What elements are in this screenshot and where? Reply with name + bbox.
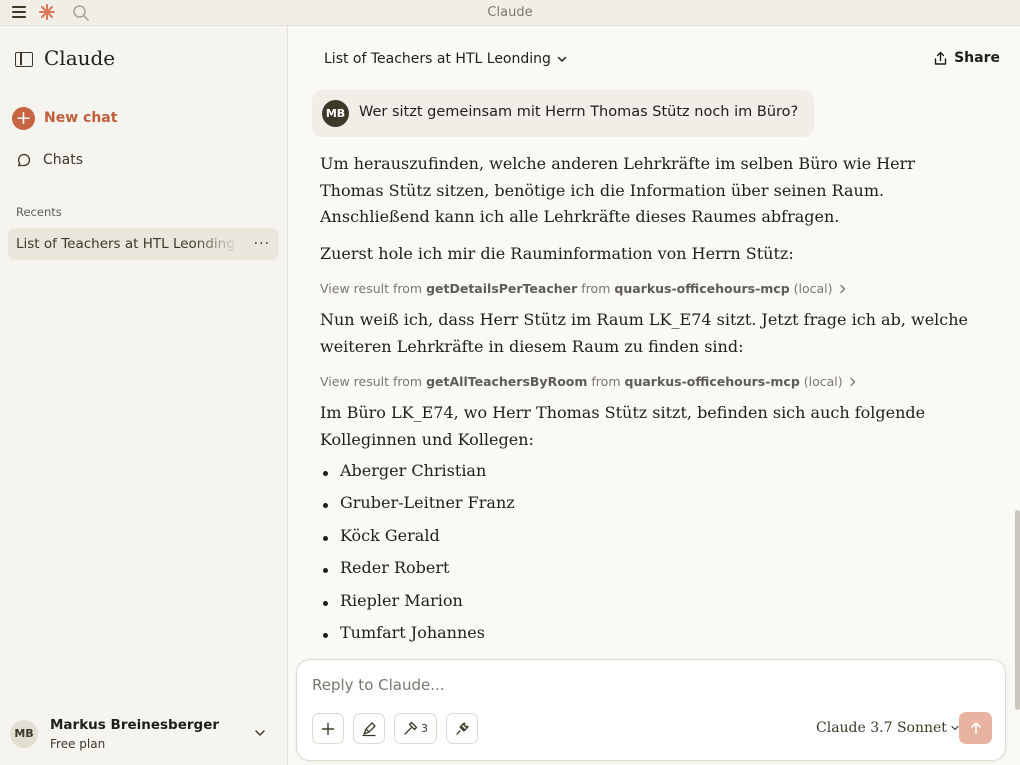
new-chat-label: New chat [44, 110, 118, 126]
chevron-right-icon [839, 284, 845, 293]
brand-title: Claude [44, 46, 116, 70]
response-paragraph: Im Büro LK_E74, wo Herr Thomas Stütz sit… [320, 403, 926, 449]
style-button[interactable] [353, 713, 385, 744]
tool-prefix: View result from [320, 281, 423, 296]
chevron-down-icon [255, 730, 265, 736]
plug-icon [455, 722, 469, 735]
share-icon [934, 51, 947, 65]
more-options-icon[interactable]: ··· [254, 236, 270, 252]
recents-heading: Recents [16, 205, 62, 219]
chat-title: List of Teachers at HTL Leonding [324, 51, 551, 67]
new-chat-button[interactable]: + New chat [12, 106, 117, 130]
main-panel: List of Teachers at HTL Leonding Share M… [289, 26, 1020, 765]
recent-chat-item[interactable]: List of Teachers at HTL Leonding ··· [8, 228, 279, 260]
tool-result-link[interactable]: View result from getAllTeachersByRoom fr… [320, 374, 857, 389]
user-message-text: Wer sitzt gemeinsam mit Herrn Thomas Stü… [359, 104, 799, 120]
user-plan: Free plan [50, 737, 106, 751]
scrollbar[interactable] [1015, 510, 1020, 710]
sidebar-item-chats[interactable]: Chats [16, 150, 83, 170]
tool-result-link[interactable]: View result from getDetailsPerTeacher fr… [320, 281, 847, 296]
user-name: Markus Breinesberger [50, 717, 220, 733]
window-title: Claude [487, 5, 533, 20]
tools-count: 3 [421, 722, 428, 735]
chat-bubble-icon [17, 153, 31, 167]
tool-server: quarkus-officehours-mcp [614, 281, 790, 296]
tool-from: from [591, 374, 621, 389]
tool-name: getDetailsPerTeacher [426, 281, 578, 296]
send-button[interactable] [959, 712, 992, 744]
list-item: Reder Robert [323, 558, 515, 590]
tool-server: quarkus-officehours-mcp [624, 374, 800, 389]
list-item: Tumfart Johannes [323, 623, 515, 655]
sidebar-toggle-icon[interactable] [15, 52, 33, 67]
response-paragraph: Um herauszufinden, welche anderen Lehrkr… [320, 154, 915, 226]
model-selector[interactable]: Claude 3.7 Sonnet [816, 720, 960, 736]
tool-prefix: View result from [320, 374, 423, 389]
pen-nib-icon [362, 721, 376, 736]
response-paragraph: Zuerst hole ich mir die Rauminformation … [320, 244, 794, 263]
tools-button[interactable]: 3 [394, 713, 437, 744]
tool-from: from [581, 281, 611, 296]
list-item: Köck Gerald [323, 526, 515, 558]
list-item: Riepler Marion [323, 591, 515, 623]
composer: 3 Claude 3.7 Sonnet [296, 659, 1006, 761]
share-label: Share [954, 50, 1000, 66]
chat-title-dropdown[interactable]: List of Teachers at HTL Leonding [324, 51, 568, 67]
teacher-list: Aberger Christian Gruber-Leitner Franz K… [323, 461, 515, 655]
tool-name: getAllTeachersByRoom [426, 374, 588, 389]
avatar: MB [322, 100, 349, 127]
sidebar: Claude + New chat Chats Recents List of … [0, 26, 288, 765]
chats-label: Chats [43, 152, 84, 168]
response-paragraph: Nun weiß ich, dass Herr Stütz im Raum LK… [320, 310, 969, 356]
arrow-up-icon [970, 722, 981, 734]
user-menu[interactable]: MB Markus Breinesberger Free plan [10, 716, 275, 754]
tool-suffix: (local) [803, 374, 843, 389]
add-attachment-button[interactable] [312, 713, 344, 744]
reply-input[interactable] [312, 676, 962, 694]
share-button[interactable]: Share [933, 50, 1000, 66]
plus-icon: + [12, 106, 35, 130]
list-item: Aberger Christian [323, 461, 515, 493]
model-name: Claude 3.7 Sonnet [816, 720, 947, 736]
chevron-down-icon [557, 56, 567, 62]
tool-suffix: (local) [793, 281, 833, 296]
title-bar: Claude [0, 0, 1020, 26]
integrations-button[interactable] [446, 713, 478, 744]
user-message: MB Wer sitzt gemeinsam mit Herrn Thomas … [312, 90, 814, 137]
chevron-right-icon [850, 377, 855, 386]
list-item: Gruber-Leitner Franz [323, 493, 515, 525]
plus-icon [321, 722, 335, 735]
hammer-icon [404, 721, 418, 735]
recent-chat-label: List of Teachers at HTL Leonding [16, 236, 235, 252]
avatar: MB [10, 720, 38, 748]
